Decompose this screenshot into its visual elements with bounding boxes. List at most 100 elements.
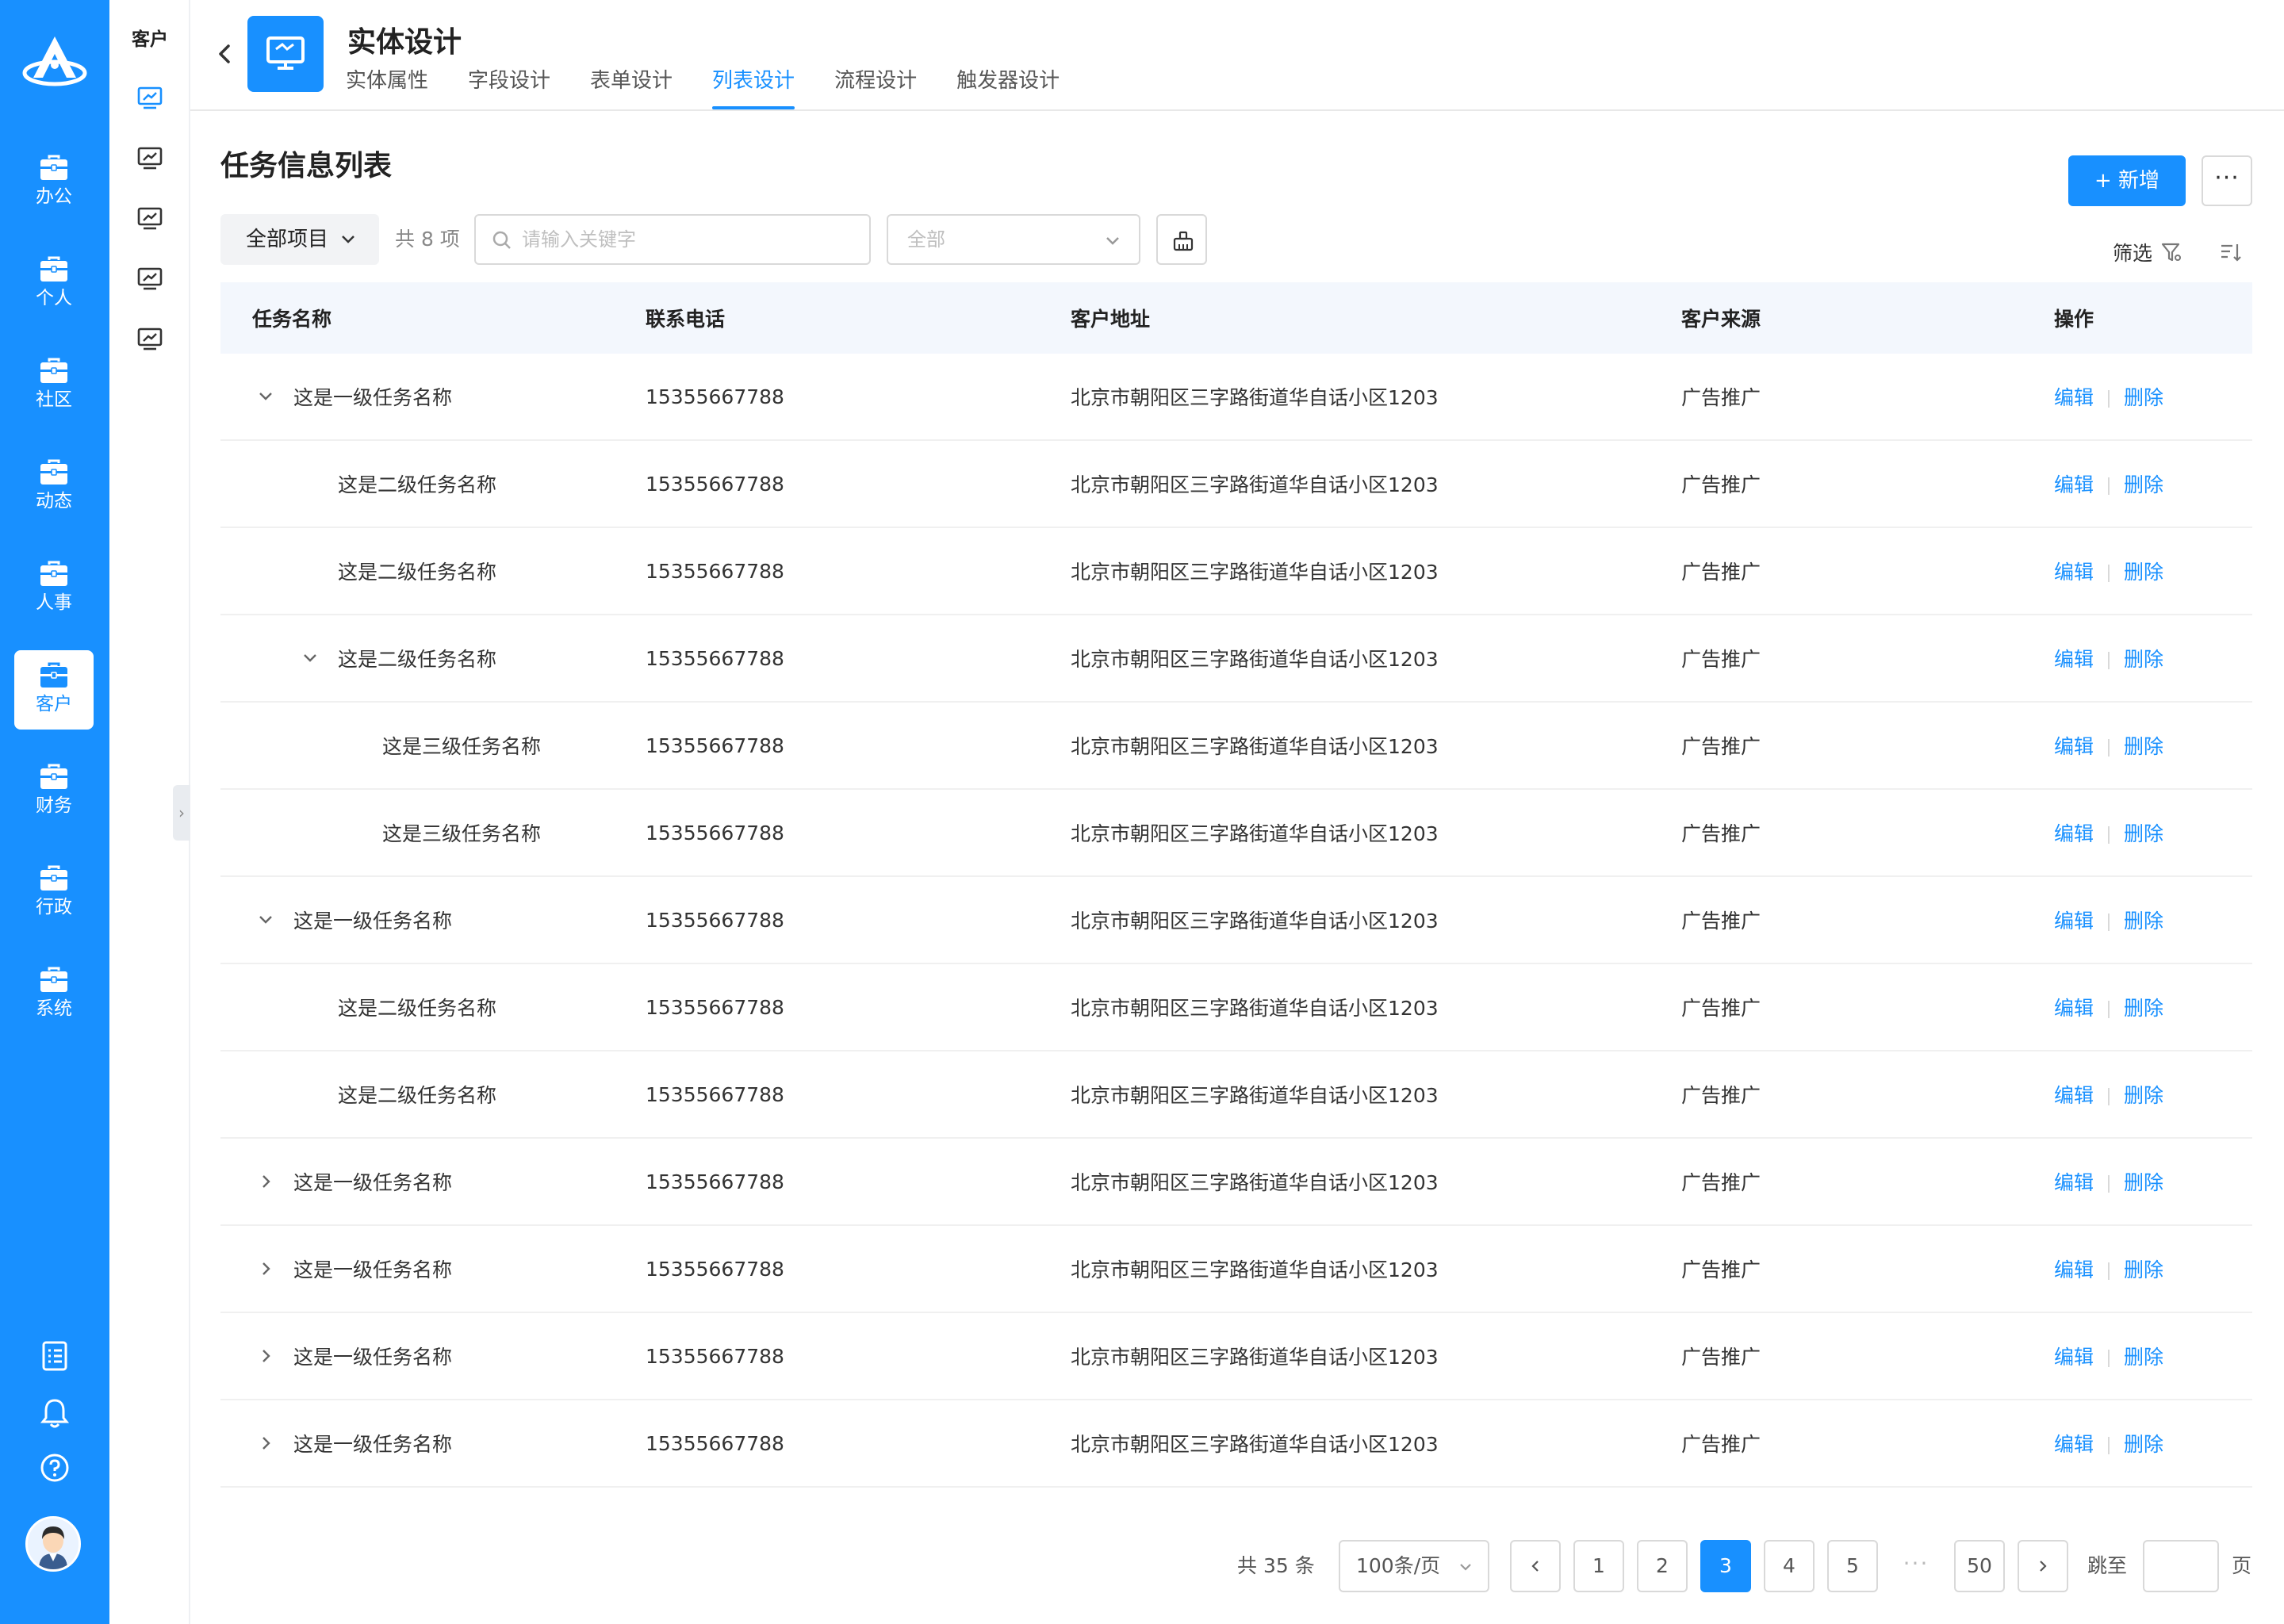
delete-link[interactable]: 删除 [2124, 648, 2163, 671]
task-name: 这是一级任务名称 [293, 1346, 453, 1369]
page-button-2[interactable]: 2 [1637, 1540, 1688, 1592]
delete-link[interactable]: 删除 [2124, 1433, 2163, 1456]
chevron-right-icon[interactable] [255, 1346, 276, 1366]
nav-item-1[interactable]: 个人 [14, 244, 94, 324]
table-row[interactable]: 这是一级任务名称 15355667788 北京市朝阳区三字路街道华自话小区1203 广… [220, 1313, 2252, 1400]
table-row[interactable]: 这是二级任务名称 15355667788 北京市朝阳区三字路街道华自话小区1203 广… [220, 1051, 2252, 1139]
table-row[interactable]: 这是二级任务名称 15355667788 北京市朝阳区三字路街道华自话小区1203 广… [220, 528, 2252, 615]
column-header-0[interactable]: 任务名称 [220, 304, 646, 332]
tab-1[interactable]: 字段设计 [468, 67, 550, 109]
edit-link[interactable]: 编辑 [2054, 910, 2094, 933]
nav-item-2[interactable]: 社区 [14, 346, 94, 425]
edit-link[interactable]: 编辑 [2054, 1258, 2094, 1281]
chevron-right-icon[interactable] [255, 1433, 276, 1454]
delete-link[interactable]: 删除 [2124, 473, 2163, 496]
delete-link[interactable]: 删除 [2124, 1346, 2163, 1369]
nav-item-3[interactable]: 动态 [14, 447, 94, 527]
chart-monitor-icon[interactable] [136, 325, 164, 354]
search-box[interactable] [474, 214, 871, 265]
table-row[interactable]: 这是二级任务名称 15355667788 北京市朝阳区三字路街道华自话小区1203 广… [220, 964, 2252, 1051]
nav-item-7[interactable]: 行政 [14, 853, 94, 933]
chevron-right-icon[interactable] [255, 1258, 276, 1279]
table-row[interactable]: 这是三级任务名称 15355667788 北京市朝阳区三字路街道华自话小区1203 广… [220, 790, 2252, 877]
chevron-down-icon[interactable] [255, 910, 276, 930]
delete-link[interactable]: 删除 [2124, 1084, 2163, 1107]
sidebar-collapse-handle[interactable]: › [173, 785, 190, 841]
page-button-3[interactable]: 3 [1700, 1540, 1751, 1592]
project-select[interactable]: 全部项目 [220, 214, 379, 265]
delete-link[interactable]: 删除 [2124, 822, 2163, 845]
back-arrow-icon[interactable] [209, 38, 241, 70]
chevron-down-icon[interactable] [300, 648, 320, 668]
tab-2[interactable]: 表单设计 [590, 67, 673, 109]
column-settings-icon[interactable] [2219, 241, 2243, 263]
nav-item-0[interactable]: 办公 [14, 143, 94, 222]
filter-icon[interactable] [2160, 241, 2182, 263]
table-row[interactable]: 这是一级任务名称 15355667788 北京市朝阳区三字路街道华自话小区1203 广… [220, 877, 2252, 964]
edit-link[interactable]: 编辑 [2054, 386, 2094, 409]
delete-link[interactable]: 删除 [2124, 386, 2163, 409]
tab-4[interactable]: 流程设计 [834, 67, 917, 109]
pagination-ellipsis[interactable]: ··· [1891, 1540, 1941, 1592]
add-button[interactable]: + 新增 [2068, 155, 2186, 206]
table-row[interactable]: 这是二级任务名称 15355667788 北京市朝阳区三字路街道华自话小区1203 广… [220, 615, 2252, 703]
page-button-5[interactable]: 5 [1827, 1540, 1878, 1592]
edit-link[interactable]: 编辑 [2054, 822, 2094, 845]
chevron-right-icon[interactable] [255, 1171, 276, 1192]
tab-5[interactable]: 触发器设计 [956, 67, 1060, 109]
table-row[interactable]: 这是二级任务名称 15355667788 北京市朝阳区三字路街道华自话小区1203 广… [220, 441, 2252, 528]
page-size-select[interactable]: 100条/页 [1339, 1540, 1489, 1592]
jump-page-input[interactable] [2143, 1540, 2219, 1592]
delete-link[interactable]: 删除 [2124, 1171, 2163, 1194]
table-row[interactable]: 这是一级任务名称 15355667788 北京市朝阳区三字路街道华自话小区1203 广… [220, 1139, 2252, 1226]
edit-link[interactable]: 编辑 [2054, 1084, 2094, 1107]
table-row[interactable]: 这是一级任务名称 15355667788 北京市朝阳区三字路街道华自话小区1203 广… [220, 354, 2252, 441]
filter-label[interactable]: 筛选 [2113, 238, 2152, 266]
search-input[interactable] [522, 219, 855, 260]
delete-link[interactable]: 删除 [2124, 910, 2163, 933]
edit-link[interactable]: 编辑 [2054, 473, 2094, 496]
nav-item-8[interactable]: 系统 [14, 955, 94, 1034]
edit-link[interactable]: 编辑 [2054, 735, 2094, 758]
chart-monitor-icon[interactable] [136, 84, 164, 113]
task-list-icon[interactable] [0, 1340, 109, 1388]
nav-item-6[interactable]: 财务 [14, 752, 94, 831]
edit-link[interactable]: 编辑 [2054, 1171, 2094, 1194]
column-header-1[interactable]: 联系电话 [646, 304, 1071, 332]
table-row[interactable]: 这是一级任务名称 15355667788 北京市朝阳区三字路街道华自话小区1203 广… [220, 1226, 2252, 1313]
page-button-4[interactable]: 4 [1764, 1540, 1815, 1592]
chart-monitor-icon[interactable] [136, 144, 164, 173]
column-header-3[interactable]: 客户来源 [1681, 304, 2054, 332]
bell-icon[interactable] [0, 1397, 109, 1445]
status-select[interactable]: 全部 [887, 214, 1140, 265]
tab-0[interactable]: 实体属性 [346, 67, 428, 109]
edit-link[interactable]: 编辑 [2054, 561, 2094, 584]
edit-link[interactable]: 编辑 [2054, 1346, 2094, 1369]
app-logo-icon[interactable] [21, 32, 89, 95]
tab-3[interactable]: 列表设计 [712, 67, 795, 109]
nav-item-5[interactable]: 客户 [14, 650, 94, 730]
table-row[interactable]: 这是一级任务名称 15355667788 北京市朝阳区三字路街道华自话小区1203 广… [220, 1400, 2252, 1488]
edit-link[interactable]: 编辑 [2054, 997, 2094, 1020]
delete-link[interactable]: 删除 [2124, 997, 2163, 1020]
avatar[interactable] [25, 1516, 81, 1572]
prev-page-button[interactable] [1510, 1540, 1561, 1592]
delete-link[interactable]: 删除 [2124, 1258, 2163, 1281]
edit-link[interactable]: 编辑 [2054, 648, 2094, 671]
help-icon[interactable] [0, 1453, 109, 1500]
more-button[interactable]: ··· [2202, 155, 2252, 206]
chart-monitor-icon[interactable] [136, 265, 164, 293]
table-row[interactable]: 这是三级任务名称 15355667788 北京市朝阳区三字路街道华自话小区1203 广… [220, 703, 2252, 790]
next-page-button[interactable] [2018, 1540, 2068, 1592]
column-header-2[interactable]: 客户地址 [1071, 304, 1681, 332]
nav-item-4[interactable]: 人事 [14, 549, 94, 628]
clear-filter-button[interactable] [1156, 214, 1207, 265]
edit-link[interactable]: 编辑 [2054, 1433, 2094, 1456]
delete-link[interactable]: 删除 [2124, 735, 2163, 758]
delete-link[interactable]: 删除 [2124, 561, 2163, 584]
chart-monitor-icon[interactable] [136, 205, 164, 233]
chevron-down-icon[interactable] [255, 386, 276, 407]
column-header-4[interactable]: 操作 [2054, 304, 2252, 332]
page-button-1[interactable]: 1 [1573, 1540, 1624, 1592]
page-button-last[interactable]: 50 [1954, 1540, 2005, 1592]
